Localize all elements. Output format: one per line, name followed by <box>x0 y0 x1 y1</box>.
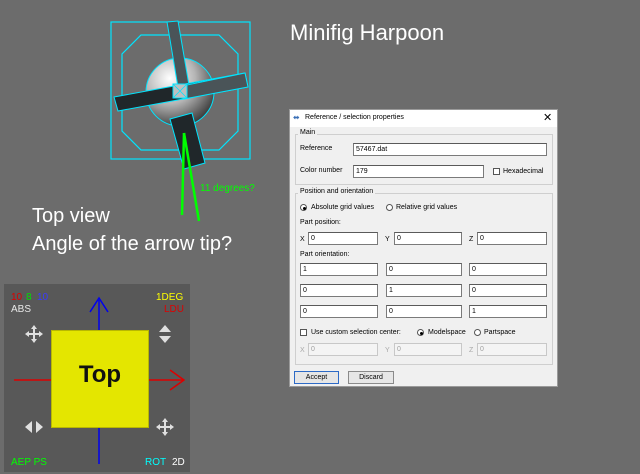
orientation-r3c1[interactable]: 0 <box>300 305 378 318</box>
dialog-title: Reference / selection properties <box>305 114 404 121</box>
move-vertical-icon[interactable] <box>155 324 175 344</box>
custom-center-label: Use custom selection center: <box>311 329 401 336</box>
ldu-label[interactable]: LDU <box>164 304 184 315</box>
abs-mode-label[interactable]: ABS <box>11 304 31 315</box>
page-title: Minifig Harpoon <box>290 20 445 45</box>
app-icon: ⬌ <box>293 113 300 122</box>
position-z-label: Z <box>469 236 474 243</box>
orientation-r1c1[interactable]: 1 <box>300 263 378 276</box>
aep-ps-label[interactable]: AEP PS <box>11 457 47 468</box>
move-cross-icon[interactable] <box>155 417 175 437</box>
center-z-label: Z <box>469 347 474 354</box>
orientation-r1c3[interactable]: 0 <box>469 263 547 276</box>
angle-annotation: 11 degrees? <box>200 183 255 194</box>
step-10-blue[interactable]: 10 <box>37 292 48 303</box>
relative-grid-label: Relative grid values <box>396 204 458 211</box>
position-x-field[interactable]: 0 <box>308 232 378 245</box>
position-x-label: X <box>300 236 305 243</box>
partspace-radio[interactable] <box>474 329 481 336</box>
close-icon[interactable]: ✕ <box>543 111 552 124</box>
center-y-label: Y <box>385 347 390 354</box>
question-line-2: Angle of the arrow tip? <box>32 233 233 255</box>
deg-step-label[interactable]: 1DEG <box>156 292 183 303</box>
absolute-grid-label: Absolute grid values <box>311 204 375 211</box>
discard-button[interactable]: Discard <box>348 371 394 384</box>
move-horizontal-icon[interactable] <box>24 417 44 437</box>
center-z-field: 0 <box>477 343 547 356</box>
orientation-r2c3[interactable]: 0 <box>469 284 547 297</box>
dialog-titlebar: ⬌ Reference / selection properties ✕ <box>290 110 557 127</box>
custom-center-checkbox[interactable] <box>300 329 307 336</box>
part-position-label: Part position: <box>300 219 341 226</box>
orientation-r3c3[interactable]: 1 <box>469 305 547 318</box>
modelspace-radio[interactable] <box>417 329 424 336</box>
top-face-label: Top <box>78 361 122 388</box>
rot-mode-label[interactable]: ROT <box>145 457 166 468</box>
relative-grid-radio[interactable] <box>386 204 393 211</box>
part-orientation-label: Part orientation: <box>300 251 350 258</box>
navigation-cube-widget: Top 10 8 10 ABS 1DEG LDU AEP PS ROT 2D <box>4 284 190 472</box>
color-number-field[interactable]: 179 <box>353 165 484 178</box>
reference-label: Reference <box>300 145 333 152</box>
orientation-r3c2[interactable]: 0 <box>386 305 462 318</box>
absolute-grid-radio[interactable] <box>300 204 307 211</box>
move-all-icon[interactable] <box>24 324 44 344</box>
reference-properties-dialog: ⬌ Reference / selection properties ✕ Mai… <box>289 109 558 387</box>
view-2d-label[interactable]: 2D <box>172 457 185 468</box>
center-x-label: X <box>300 347 305 354</box>
color-number-label: Color number <box>300 167 343 174</box>
accept-button[interactable]: Accept <box>294 371 339 384</box>
position-y-label: Y <box>385 236 390 243</box>
partspace-label: Partspace <box>484 329 516 336</box>
orientation-r1c2[interactable]: 0 <box>386 263 462 276</box>
step-8-green[interactable]: 8 <box>26 292 32 303</box>
position-orientation-label: Position and orientation <box>298 188 376 195</box>
harpoon-top-view-diagram: 11 degrees? <box>110 20 255 222</box>
question-line-1: Top view <box>32 205 110 227</box>
orientation-r2c2[interactable]: 1 <box>386 284 462 297</box>
center-y-field: 0 <box>394 343 462 356</box>
position-y-field[interactable]: 0 <box>394 232 462 245</box>
hexadecimal-checkbox[interactable] <box>493 168 500 175</box>
orientation-r2c1[interactable]: 0 <box>300 284 378 297</box>
reference-field[interactable]: 57467.dat <box>353 143 547 156</box>
position-z-field[interactable]: 0 <box>477 232 547 245</box>
step-10-red[interactable]: 10 <box>11 292 22 303</box>
modelspace-label: Modelspace <box>428 329 466 336</box>
hexadecimal-label: Hexadecimal <box>503 168 544 175</box>
main-group-label: Main <box>298 129 318 136</box>
center-x-field: 0 <box>308 343 378 356</box>
top-face[interactable]: Top <box>51 330 149 428</box>
